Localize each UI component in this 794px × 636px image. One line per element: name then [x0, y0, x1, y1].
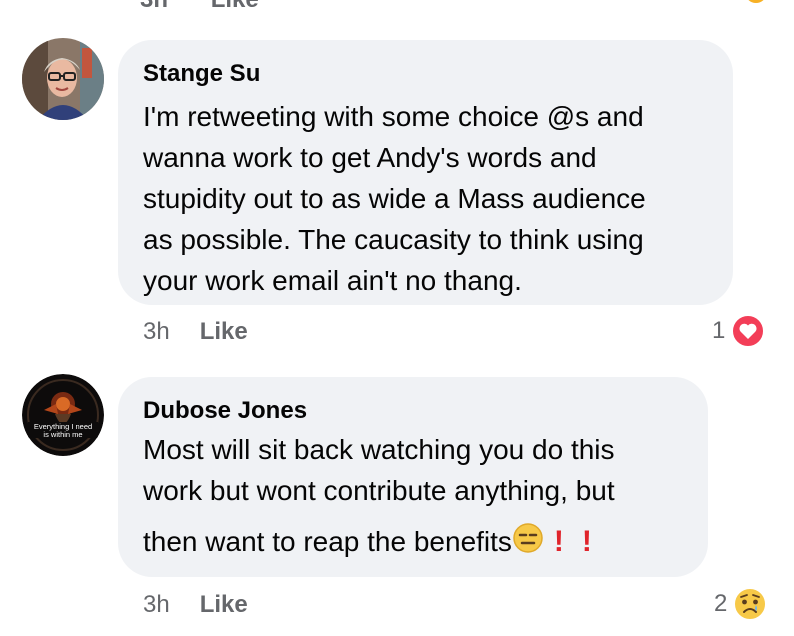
svg-text:is within me: is within me [43, 430, 82, 439]
comment-line: your work email ain't no thang. [143, 265, 522, 296]
exclamation-icon: ! [553, 525, 564, 558]
reaction-summary[interactable]: 1 [712, 313, 766, 349]
comment-line: wanna work to get Andy's words and [143, 142, 597, 173]
comment-meta: 3h Like [143, 318, 248, 346]
sad-reaction-icon [732, 587, 767, 621]
avatar[interactable] [22, 38, 104, 120]
comment-line: then want to reap the benefits [143, 526, 512, 557]
comment-author[interactable]: Stange Su [143, 60, 260, 88]
comment-line-with-emoji: then want to reap the benefits !! [143, 521, 703, 562]
comment-bubble: Stange Su I'm retweeting with some choic… [118, 40, 733, 305]
comment-author[interactable]: Dubose Jones [143, 397, 307, 425]
comment-line: work but wont contribute anything, but [143, 475, 615, 506]
previous-comment-meta: 3h Like [140, 0, 295, 14]
comment-line: stupidity out to as wide a Mass audience [143, 183, 646, 214]
avatar[interactable]: Everything I need is within me [22, 374, 104, 456]
reaction-count: 1 [712, 317, 726, 344]
comment-line: I'm retweeting with some choice @s and [143, 101, 644, 132]
previous-comment-like-button[interactable]: Like [211, 0, 259, 13]
user-photo-icon [22, 38, 104, 120]
user-photo-icon: Everything I need is within me [22, 374, 104, 456]
exclamation-icon: ! [581, 525, 592, 558]
comment-text: I'm retweeting with some choice @s and w… [143, 96, 723, 301]
expressionless-face-icon [513, 523, 543, 553]
reaction-count: 2 [714, 590, 728, 617]
comment-line: as possible. The caucasity to think usin… [143, 224, 644, 255]
comment-text: Most will sit back watching you do this … [143, 429, 703, 562]
heart-reaction-icon [730, 314, 765, 348]
like-button[interactable]: Like [200, 318, 248, 345]
reaction-summary[interactable]: 2 [714, 586, 768, 622]
comment-meta: 3h Like [143, 591, 248, 619]
previous-comment-time: 3h [140, 0, 168, 13]
comment-time[interactable]: 3h [143, 318, 170, 345]
previous-reaction-icon [745, 0, 767, 5]
comment-line: Most will sit back watching you do this [143, 434, 615, 465]
like-button[interactable]: Like [200, 591, 248, 618]
comment-bubble: Dubose Jones Most will sit back watching… [118, 377, 708, 577]
comment-time[interactable]: 3h [143, 591, 170, 618]
